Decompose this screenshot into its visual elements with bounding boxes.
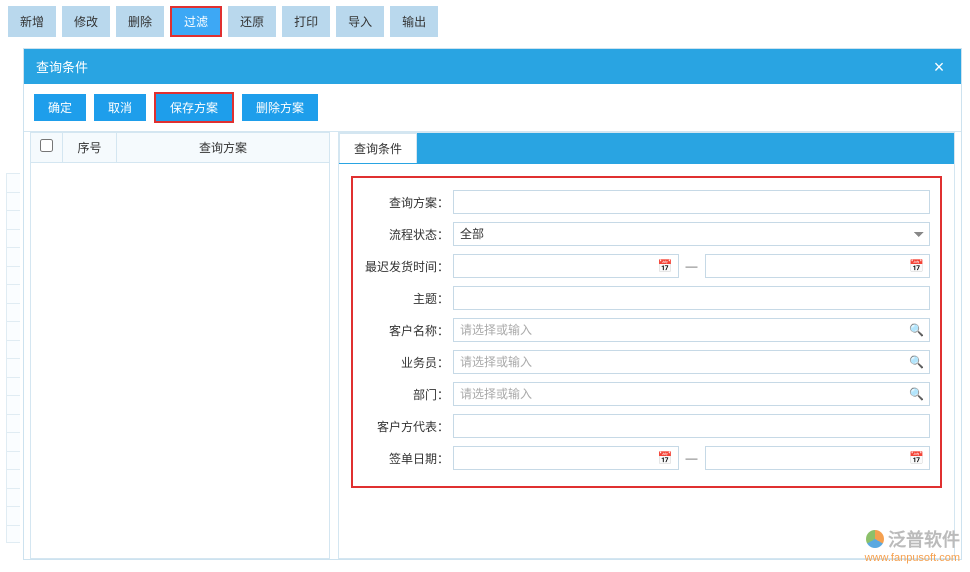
filter-highlight: 过滤 (170, 6, 222, 37)
print-button[interactable]: 打印 (282, 6, 330, 37)
label-sign-date: 签单日期： (363, 450, 453, 467)
subject-input[interactable] (453, 286, 930, 310)
range-dash: — (683, 259, 701, 273)
plan-grid: 序号 查询方案 (30, 132, 330, 559)
select-all-checkbox[interactable] (40, 139, 53, 152)
top-toolbar: 新增 修改 删除 过滤 还原 打印 导入 输出 (0, 0, 970, 43)
customer-input[interactable] (453, 318, 930, 342)
close-icon[interactable]: × (929, 58, 949, 76)
save-plan-button[interactable]: 保存方案 (156, 94, 232, 121)
label-customer: 客户名称： (363, 322, 453, 339)
dialog-body: 序号 查询方案 查询条件 查询方案： 流程状态： (24, 131, 961, 559)
label-flow-status: 流程状态： (363, 226, 453, 243)
form-highlight: 查询方案： 流程状态： 全部 最迟发货时间： (351, 176, 942, 488)
background-row-stubs (6, 173, 20, 543)
edit-button[interactable]: 修改 (62, 6, 110, 37)
dialog-title: 查询条件 (36, 57, 88, 76)
query-dialog: 查询条件 × 确定 取消 保存方案 删除方案 序号 查询方案 查询条件 (23, 48, 962, 560)
tab-row: 查询条件 (339, 133, 954, 164)
label-department: 部门： (363, 386, 453, 403)
dialog-toolbar: 确定 取消 保存方案 删除方案 (24, 84, 961, 131)
salesman-input[interactable] (453, 350, 930, 374)
restore-button[interactable]: 还原 (228, 6, 276, 37)
dialog-header: 查询条件 × (24, 49, 961, 84)
query-plan-input[interactable] (453, 190, 930, 214)
range-dash: — (683, 451, 701, 465)
label-query-plan: 查询方案： (363, 194, 453, 211)
ok-button[interactable]: 确定 (34, 94, 86, 121)
delete-plan-button[interactable]: 删除方案 (242, 94, 318, 121)
sign-date-to-input[interactable] (705, 446, 931, 470)
form-panel: 查询条件 查询方案： 流程状态： 全部 (338, 132, 955, 559)
cust-rep-input[interactable] (453, 414, 930, 438)
filter-button[interactable]: 过滤 (172, 8, 220, 35)
col-seq: 序号 (63, 133, 117, 162)
saveplan-highlight: 保存方案 (154, 92, 234, 123)
export-button[interactable]: 输出 (390, 6, 438, 37)
import-button[interactable]: 导入 (336, 6, 384, 37)
col-checkbox (31, 133, 63, 162)
tab-query-conditions[interactable]: 查询条件 (339, 133, 417, 163)
delete-button[interactable]: 删除 (116, 6, 164, 37)
grid-header: 序号 查询方案 (31, 133, 329, 163)
tab-row-fill (417, 133, 954, 163)
new-button[interactable]: 新增 (8, 6, 56, 37)
label-subject: 主题： (363, 290, 453, 307)
label-cust-rep: 客户方代表： (363, 418, 453, 435)
sign-date-from-input[interactable] (453, 446, 679, 470)
department-input[interactable] (453, 382, 930, 406)
label-salesman: 业务员： (363, 354, 453, 371)
label-latest-ship: 最迟发货时间： (363, 258, 453, 275)
latest-ship-from-input[interactable] (453, 254, 679, 278)
latest-ship-to-input[interactable] (705, 254, 931, 278)
grid-body (31, 163, 329, 558)
cancel-button[interactable]: 取消 (94, 94, 146, 121)
flow-status-select[interactable]: 全部 (453, 222, 930, 246)
col-plan: 查询方案 (117, 133, 329, 162)
